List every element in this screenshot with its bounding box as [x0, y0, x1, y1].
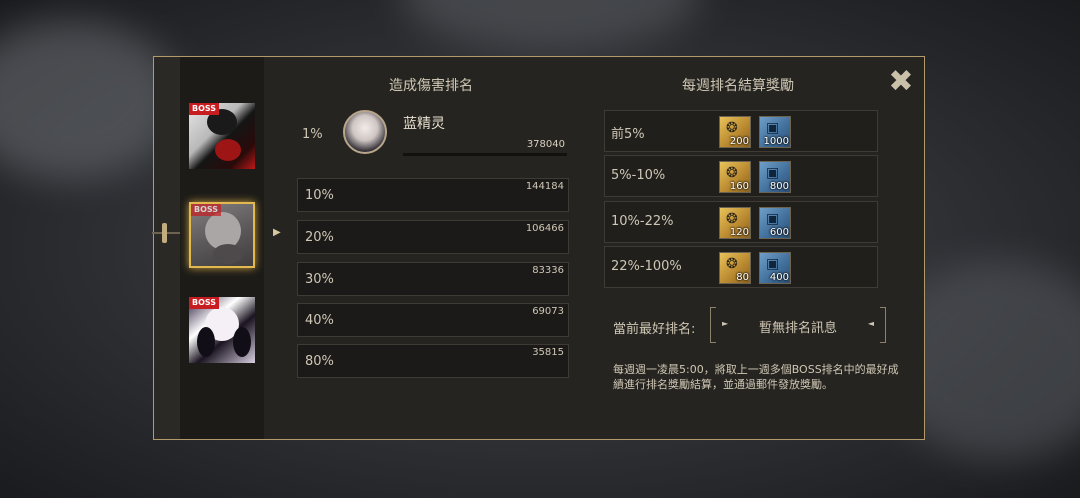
gold-chest-icon[interactable]: ❂ 80 — [719, 252, 751, 284]
rank-row: 10% 144184 — [297, 178, 569, 212]
reward-row: 前5% ❂ 200 ▣ 1000 — [604, 110, 878, 152]
boss-tag: BOSS — [189, 103, 220, 115]
rank-damage: 106466 — [525, 223, 564, 234]
item-quantity: 800 — [769, 181, 789, 192]
blue-crate-icon[interactable]: ▣ 1000 — [759, 116, 791, 148]
top-player-damage: 378040 — [526, 139, 565, 150]
triangle-left-icon: ◄ — [867, 319, 874, 328]
rank-pct: 20% — [305, 230, 334, 245]
boss-card-1[interactable]: BOSS — [189, 103, 255, 169]
best-rank-label: 當前最好排名: — [613, 322, 696, 337]
top-rank-pct: 1% — [302, 127, 323, 142]
reward-tier-label: 前5% — [611, 127, 645, 142]
player-avatar[interactable] — [343, 110, 387, 154]
boss-portrait-detail — [197, 327, 215, 357]
rank-damage: 83336 — [532, 265, 564, 276]
blue-crate-icon[interactable]: ▣ 400 — [759, 252, 791, 284]
selection-arrow-icon: ▶ — [273, 227, 281, 238]
blue-crate-icon[interactable]: ▣ 600 — [759, 207, 791, 239]
item-quantity: 160 — [729, 181, 749, 192]
rank-pct: 30% — [305, 272, 334, 287]
reward-row: 22%-100% ❂ 80 ▣ 400 — [604, 246, 878, 288]
blue-crate-icon[interactable]: ▣ 800 — [759, 161, 791, 193]
item-quantity: 400 — [769, 272, 789, 283]
item-quantity: 80 — [736, 272, 749, 283]
rank-row: 40% 69073 — [297, 303, 569, 337]
damage-ranking-title: 造成傷害排名 — [389, 78, 473, 94]
ranking-panel: BOSS BOSS BOSS ▶ 造成傷害排名 每週排名結算獎勵 ✖ 1% 蓝精… — [152, 56, 925, 440]
gold-chest-icon[interactable]: ❂ 160 — [719, 161, 751, 193]
close-icon[interactable]: ✖ — [886, 67, 916, 97]
rank-row: 30% 83336 — [297, 262, 569, 296]
rank-pct: 80% — [305, 354, 334, 369]
rank-row: 20% 106466 — [297, 220, 569, 254]
boss-tag: BOSS — [191, 204, 222, 216]
rank-damage: 35815 — [532, 347, 564, 358]
item-quantity: 1000 — [763, 136, 789, 147]
gold-chest-icon[interactable]: ❂ 200 — [719, 116, 751, 148]
item-quantity: 120 — [729, 227, 749, 238]
rank-row: 80% 35815 — [297, 344, 569, 378]
background-blur — [400, 0, 700, 50]
reward-row: 10%-22% ❂ 120 ▣ 600 — [604, 201, 878, 243]
reward-tier-label: 5%-10% — [611, 168, 666, 183]
item-quantity: 600 — [769, 227, 789, 238]
reward-tier-label: 10%-22% — [611, 214, 674, 229]
rank-damage: 69073 — [532, 306, 564, 317]
rank-pct: 40% — [305, 313, 334, 328]
bracket-right — [880, 307, 886, 343]
boss-card-3[interactable]: BOSS — [189, 297, 255, 363]
gold-chest-icon[interactable]: ❂ 120 — [719, 207, 751, 239]
top-player-name: 蓝精灵 — [403, 116, 445, 132]
reward-tier-label: 22%-100% — [611, 259, 682, 274]
weekly-reward-title: 每週排名結算獎勵 — [682, 78, 794, 94]
boss-rail — [154, 57, 180, 439]
reward-rules-note: 每週週一凌晨5:00，將取上一週多個BOSS排名中的最好成績進行排名獎勵結算，並… — [613, 363, 899, 391]
rank-pct: 10% — [305, 188, 334, 203]
top-player-bar — [403, 153, 567, 156]
best-rank-box: ► 暫無排名訊息 ◄ — [710, 307, 886, 343]
rank-damage: 144184 — [525, 181, 564, 192]
boss-portrait-detail — [233, 327, 251, 357]
rail-knob[interactable] — [162, 223, 167, 243]
boss-tag: BOSS — [189, 297, 220, 309]
reward-row: 5%-10% ❂ 160 ▣ 800 — [604, 155, 878, 197]
boss-card-2-selected[interactable]: BOSS — [189, 202, 255, 268]
best-rank-value: 暫無排名訊息 — [758, 321, 837, 336]
boss-portrait-detail — [215, 139, 241, 161]
item-quantity: 200 — [729, 136, 749, 147]
